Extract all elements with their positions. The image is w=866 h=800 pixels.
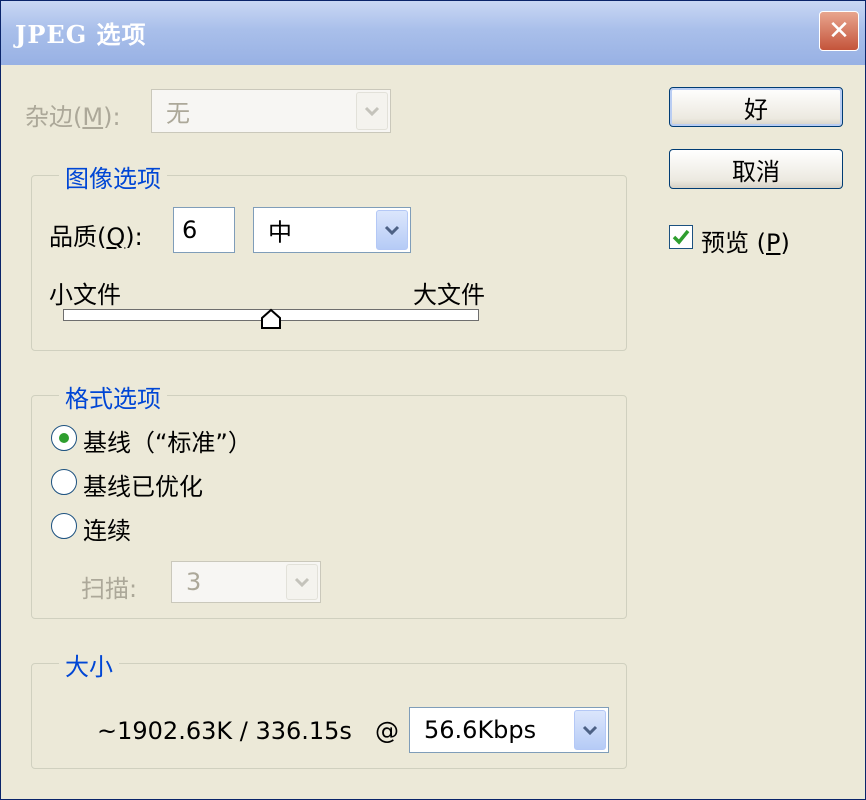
scans-value: 3 — [186, 568, 202, 596]
chevron-down-icon[interactable] — [376, 210, 408, 250]
quality-label: 品质(Q): — [49, 223, 143, 251]
scans-select[interactable]: 3 — [171, 561, 321, 603]
size-title: 大小 — [59, 647, 119, 682]
radio-progressive[interactable] — [51, 513, 77, 539]
slider-thumb[interactable] — [260, 308, 282, 330]
large-file-label: 大文件 — [413, 281, 485, 309]
at-sign: @ — [375, 717, 399, 745]
baseline-optimized-label: 基线已优化 — [83, 473, 203, 501]
close-button[interactable]: ✕ — [819, 11, 859, 51]
progressive-label: 连续 — [83, 517, 131, 545]
cancel-button[interactable]: 取消 — [669, 149, 843, 189]
quality-input[interactable]: 6 — [173, 207, 235, 253]
format-options-title: 格式选项 — [59, 379, 167, 414]
image-options-title: 图像选项 — [59, 159, 167, 194]
image-options-group — [31, 175, 627, 351]
matte-select[interactable]: 无 — [151, 89, 391, 133]
speed-select[interactable]: 56.6Kbps — [409, 707, 609, 753]
title-bar[interactable]: JPEG 选项 ✕ — [1, 1, 865, 65]
radio-baseline-optimized[interactable] — [51, 469, 77, 495]
quality-preset-value: 中 — [268, 218, 292, 247]
small-file-label: 小文件 — [49, 281, 121, 309]
quality-preset-select[interactable]: 中 — [253, 207, 411, 253]
jpeg-options-dialog: JPEG 选项 ✕ 杂边(M): 无 图像选项 品质(Q): 6 中 小文件 大… — [0, 0, 866, 800]
radio-baseline-standard[interactable] — [51, 425, 77, 451]
ok-button[interactable]: 好 — [669, 87, 843, 127]
radio-selected-dot — [59, 433, 69, 443]
chevron-down-icon[interactable] — [286, 564, 318, 600]
matte-value: 无 — [166, 99, 190, 128]
chevron-down-icon[interactable] — [356, 92, 388, 130]
checkmark-icon — [672, 229, 690, 245]
window-title: JPEG 选项 — [15, 20, 147, 49]
matte-label: 杂边(M): — [25, 103, 121, 131]
speed-value: 56.6Kbps — [424, 716, 537, 744]
preview-checkbox[interactable] — [669, 225, 693, 249]
preview-label: 预览 (P) — [701, 229, 790, 257]
chevron-down-icon[interactable] — [574, 710, 606, 750]
scans-label: 扫描: — [81, 575, 138, 603]
size-estimate: ~1902.63K / 336.15s — [97, 717, 352, 745]
baseline-standard-label: 基线（“标准”） — [83, 429, 252, 457]
close-icon: ✕ — [828, 16, 850, 46]
quality-slider[interactable] — [63, 308, 479, 329]
